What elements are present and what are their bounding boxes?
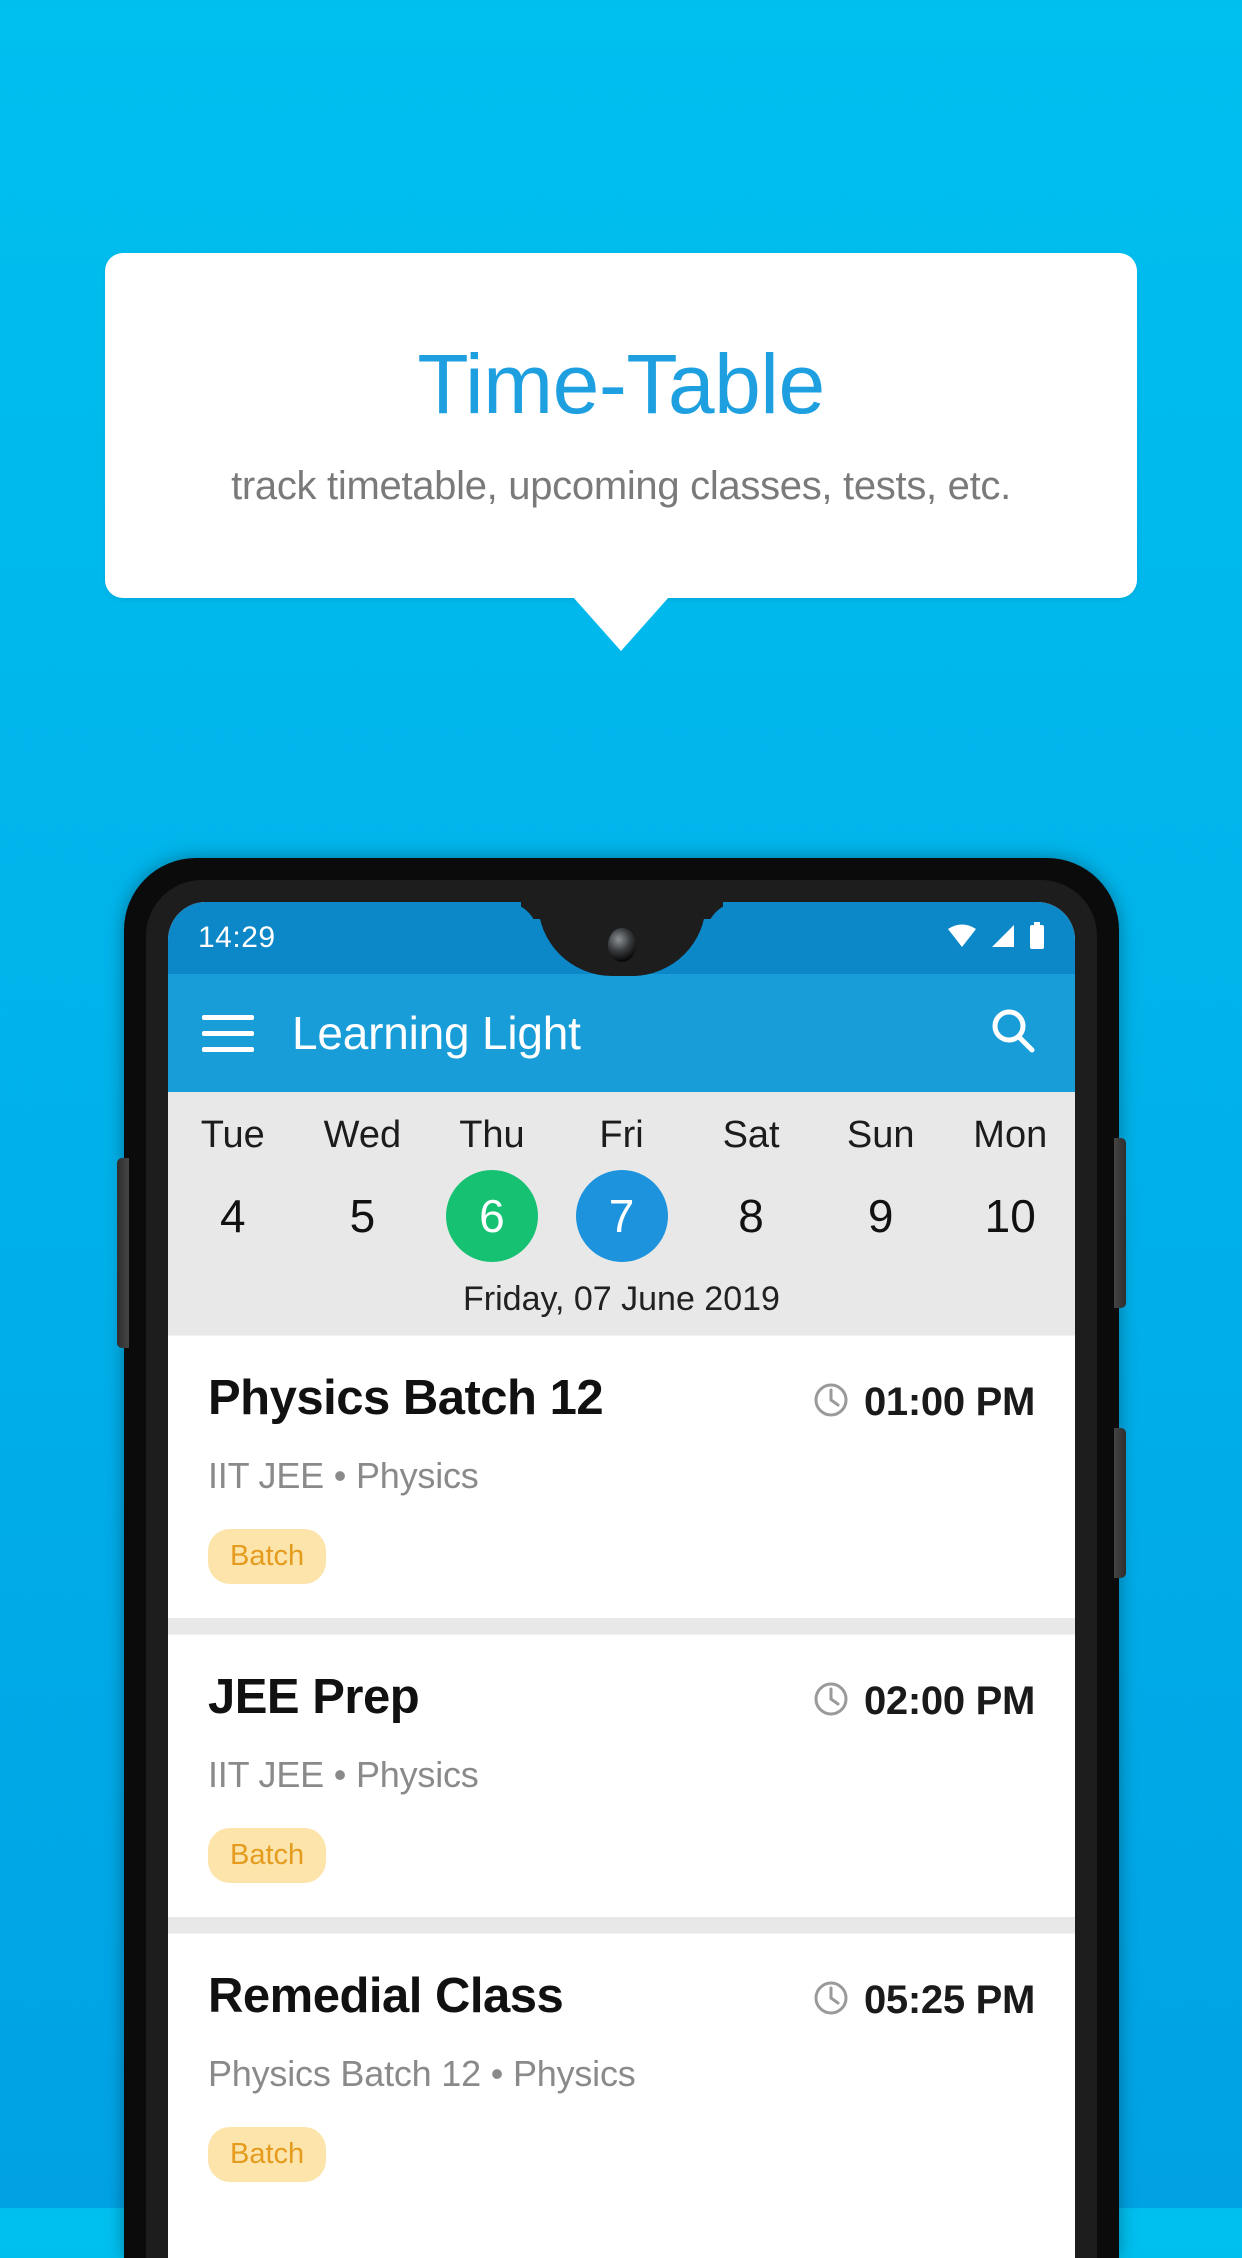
- date-cell[interactable]: 9: [816, 1166, 946, 1266]
- clock-icon: [812, 1381, 850, 1424]
- date-number-selected[interactable]: 7: [575, 1170, 668, 1262]
- date-cell[interactable]: 8: [686, 1166, 816, 1266]
- weekday-label[interactable]: Fri: [557, 1104, 687, 1166]
- phone-device-frame: 14:29 Learning Light Tue Wed Thu Fri Sat…: [117, 858, 1126, 2258]
- date-cell[interactable]: 4: [168, 1166, 298, 1266]
- app-bar-title: Learning Light: [292, 1007, 581, 1059]
- event-list: Physics Batch 12 01:00 PM IIT JEE • Physic…: [168, 1335, 1075, 2216]
- app-bar: Learning Light: [168, 974, 1075, 1092]
- weekday-label[interactable]: Sun: [816, 1104, 946, 1166]
- date-cell[interactable]: 7: [557, 1166, 687, 1266]
- weekday-row: Tue Wed Thu Fri Sat Sun Mon: [168, 1104, 1075, 1166]
- status-badge: Batch: [208, 2127, 327, 2182]
- event-subtitle: Physics Batch 12 • Physics: [208, 2053, 636, 2094]
- date-cell[interactable]: 10: [945, 1166, 1075, 1266]
- date-number-normal[interactable]: 5: [316, 1170, 408, 1262]
- event-subtitle: IIT JEE • Physics: [208, 1754, 479, 1795]
- weekday-label[interactable]: Sat: [686, 1104, 816, 1166]
- event-card[interactable]: JEE Prep 02:00 PM IIT JEE • Physics Batch: [168, 1634, 1075, 1917]
- weekday-label[interactable]: Thu: [427, 1104, 557, 1166]
- date-number-normal[interactable]: 4: [187, 1170, 279, 1262]
- event-subtitle: IIT JEE • Physics: [208, 1455, 479, 1496]
- event-time-group: 02:00 PM: [812, 1673, 1035, 1724]
- date-number-row: 4 5 6 7 8 9 10: [168, 1166, 1075, 1266]
- date-cell[interactable]: 6: [427, 1166, 557, 1266]
- selected-date-label: Friday, 07 June 2019: [463, 1280, 780, 1318]
- event-time: 02:00 PM: [863, 1679, 1035, 1723]
- event-card-header: Remedial Class 05:25 PM: [208, 1972, 1035, 2023]
- date-number-normal[interactable]: 9: [835, 1170, 927, 1262]
- status-badge: Batch: [208, 1828, 327, 1883]
- weekday-label[interactable]: Wed: [298, 1104, 428, 1166]
- promo-callout-tail: [573, 597, 669, 651]
- phone-notch: [537, 902, 706, 976]
- status-badge: Batch: [208, 1529, 327, 1584]
- phone-left-hardware-button[interactable]: [117, 1158, 129, 1348]
- status-bar: 14:29: [168, 902, 1075, 976]
- weekday-label[interactable]: Mon: [945, 1104, 1075, 1166]
- event-time: 01:00 PM: [863, 1380, 1035, 1424]
- date-cell[interactable]: 5: [298, 1166, 428, 1266]
- event-title: Remedial Class: [208, 1969, 564, 2023]
- date-number-normal[interactable]: 10: [964, 1170, 1056, 1262]
- event-card[interactable]: Remedial Class 05:25 PM Physics Batch 12 •…: [168, 1933, 1075, 2216]
- event-card-header: Physics Batch 12 01:00 PM: [208, 1374, 1035, 1425]
- status-bar-clock: 14:29: [198, 921, 276, 954]
- event-time: 05:25 PM: [863, 1978, 1035, 2022]
- date-number-normal[interactable]: 8: [705, 1170, 797, 1262]
- clock-icon: [812, 1680, 850, 1723]
- front-camera-icon: [607, 928, 636, 962]
- phone-volume-button[interactable]: [1114, 1428, 1126, 1578]
- event-card[interactable]: Physics Batch 12 01:00 PM IIT JEE • Physic…: [168, 1335, 1075, 1618]
- cellular-signal-icon: [990, 923, 1016, 954]
- event-card-header: JEE Prep 02:00 PM: [208, 1673, 1035, 1724]
- battery-icon: [1029, 921, 1045, 955]
- event-time-group: 05:25 PM: [812, 1972, 1035, 2023]
- hamburger-menu-icon[interactable]: [202, 1014, 254, 1052]
- date-number-today[interactable]: 6: [445, 1170, 538, 1262]
- date-strip: Tue Wed Thu Fri Sat Sun Mon 4 5 6 7 8 9 10 Friday, 0…: [168, 1092, 1075, 1335]
- promo-callout-card: Time-Table track timetable, upcoming cla…: [105, 253, 1137, 598]
- status-bar-icons: [947, 921, 1045, 955]
- promo-title: Time-Table: [417, 337, 825, 431]
- event-title: JEE Prep: [208, 1670, 420, 1724]
- phone-power-button[interactable]: [1114, 1138, 1126, 1308]
- search-icon[interactable]: [985, 1003, 1041, 1064]
- event-time-group: 01:00 PM: [812, 1374, 1035, 1425]
- promo-subtitle: track timetable, upcoming classes, tests…: [231, 464, 1011, 508]
- event-title: Physics Batch 12: [208, 1371, 604, 1425]
- weekday-label[interactable]: Tue: [168, 1104, 298, 1166]
- wifi-icon: [947, 923, 977, 954]
- clock-icon: [812, 1979, 850, 2022]
- phone-screen: 14:29 Learning Light Tue Wed Thu Fri Sat…: [168, 902, 1075, 2258]
